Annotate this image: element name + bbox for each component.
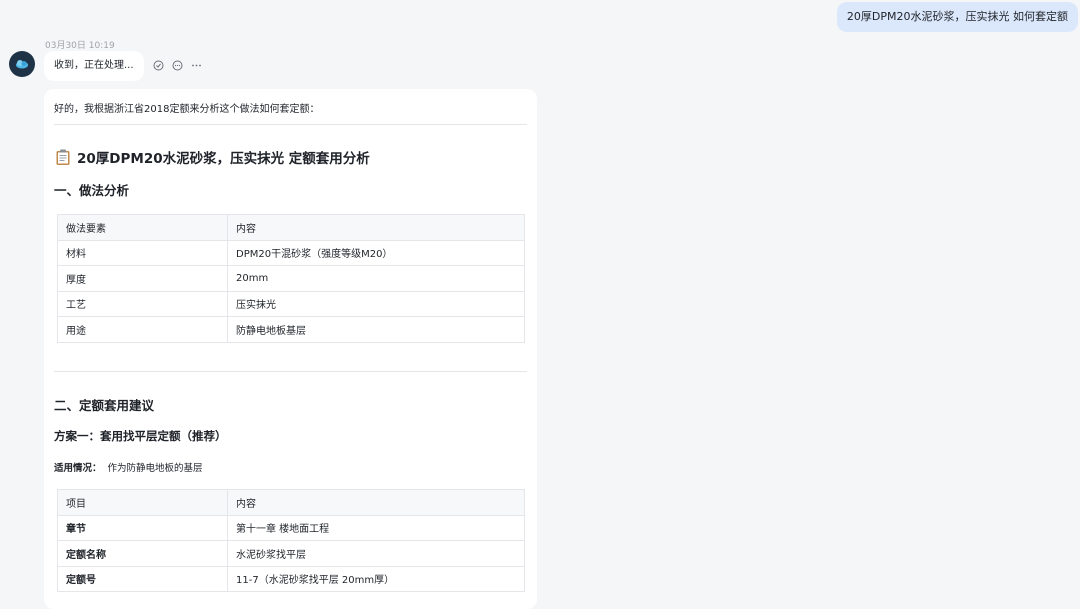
table-cell: 20mm xyxy=(227,265,525,292)
table-cell: 11-7（水泥砂浆找平层 20mm厚） xyxy=(227,565,525,592)
main-title-text: 20厚DPM20水泥砂浆，压实抹光 定额套用分析 xyxy=(77,151,370,167)
plan1-title: 方案一：套用找平层定额（推荐） xyxy=(54,429,227,443)
table-row: 厚度 20mm xyxy=(57,265,525,292)
user-message-bubble: 20厚DPM20水泥砂浆，压实抹光 如何套定额 xyxy=(836,2,1078,32)
table-cell: 防静电地板基层 xyxy=(227,316,525,343)
comment-icon[interactable] xyxy=(171,59,184,72)
stop-icon[interactable] xyxy=(152,59,165,72)
table-header-cell: 做法要素 xyxy=(57,214,228,241)
section2-title: 二、定额套用建议 xyxy=(54,398,155,413)
table-cell: 工艺 xyxy=(57,290,228,317)
table-row: 定额号 11-7（水泥砂浆找平层 20mm厚） xyxy=(57,565,525,592)
table-cell: 章节 xyxy=(57,514,228,541)
answer-main-title: 20厚DPM20水泥砂浆，压实抹光 定额套用分析 xyxy=(54,147,370,167)
practice-analysis-table: 做法要素 内容 材料 DPM20干混砂浆（强度等级M20） 厚度 20mm 工艺… xyxy=(57,214,525,343)
table-header-cell: 内容 xyxy=(227,214,525,241)
answer-intro: 好的，我根据浙江省2018定额来分析这个做法如何套定额： xyxy=(54,104,320,115)
table-header-cell: 项目 xyxy=(57,489,228,516)
assistant-status-bubble: 收到，正在处理... xyxy=(44,51,144,81)
assistant-avatar xyxy=(9,51,35,77)
table-cell: 用途 xyxy=(57,316,228,343)
table-cell: 水泥砂浆找平层 xyxy=(227,540,525,567)
quota-table: 项目 内容 章节 第十一章 楼地面工程 定额名称 水泥砂浆找平层 定额号 11-… xyxy=(57,489,525,592)
table-cell: 第十一章 楼地面工程 xyxy=(227,514,525,541)
table-header-row: 项目 内容 xyxy=(57,489,525,516)
table-header-cell: 内容 xyxy=(227,489,525,516)
divider xyxy=(54,371,527,372)
table-row: 用途 防静电地板基层 xyxy=(57,316,525,343)
table-cell: 压实抹光 xyxy=(227,290,525,317)
table-cell: DPM20干混砂浆（强度等级M20） xyxy=(227,239,525,266)
message-actions xyxy=(152,59,203,72)
more-icon[interactable] xyxy=(190,59,203,72)
table-header-row: 做法要素 内容 xyxy=(57,214,525,241)
table-cell: 厚度 xyxy=(57,265,228,292)
divider xyxy=(54,124,527,125)
table-row: 定额名称 水泥砂浆找平层 xyxy=(57,540,525,567)
table-row: 材料 DPM20干混砂浆（强度等级M20） xyxy=(57,239,525,266)
applicable-label: 适用情况： xyxy=(54,463,102,474)
table-row: 工艺 压实抹光 xyxy=(57,290,525,317)
applicable-value: 作为防静电地板的基层 xyxy=(107,463,203,474)
table-row: 章节 第十一章 楼地面工程 xyxy=(57,514,525,541)
cloud-logo-icon xyxy=(16,60,28,69)
message-timestamp: 03月30日 10:19 xyxy=(45,41,115,51)
table-cell: 定额号 xyxy=(57,565,228,592)
applicable-line: 适用情况： 作为防静电地板的基层 xyxy=(54,460,203,474)
table-cell: 定额名称 xyxy=(57,540,228,567)
table-cell: 材料 xyxy=(57,239,228,266)
clipboard-icon xyxy=(56,149,70,165)
answer-card: 好的，我根据浙江省2018定额来分析这个做法如何套定额： 20厚DPM20水泥砂… xyxy=(44,89,537,609)
section1-title: 一、做法分析 xyxy=(54,183,130,198)
